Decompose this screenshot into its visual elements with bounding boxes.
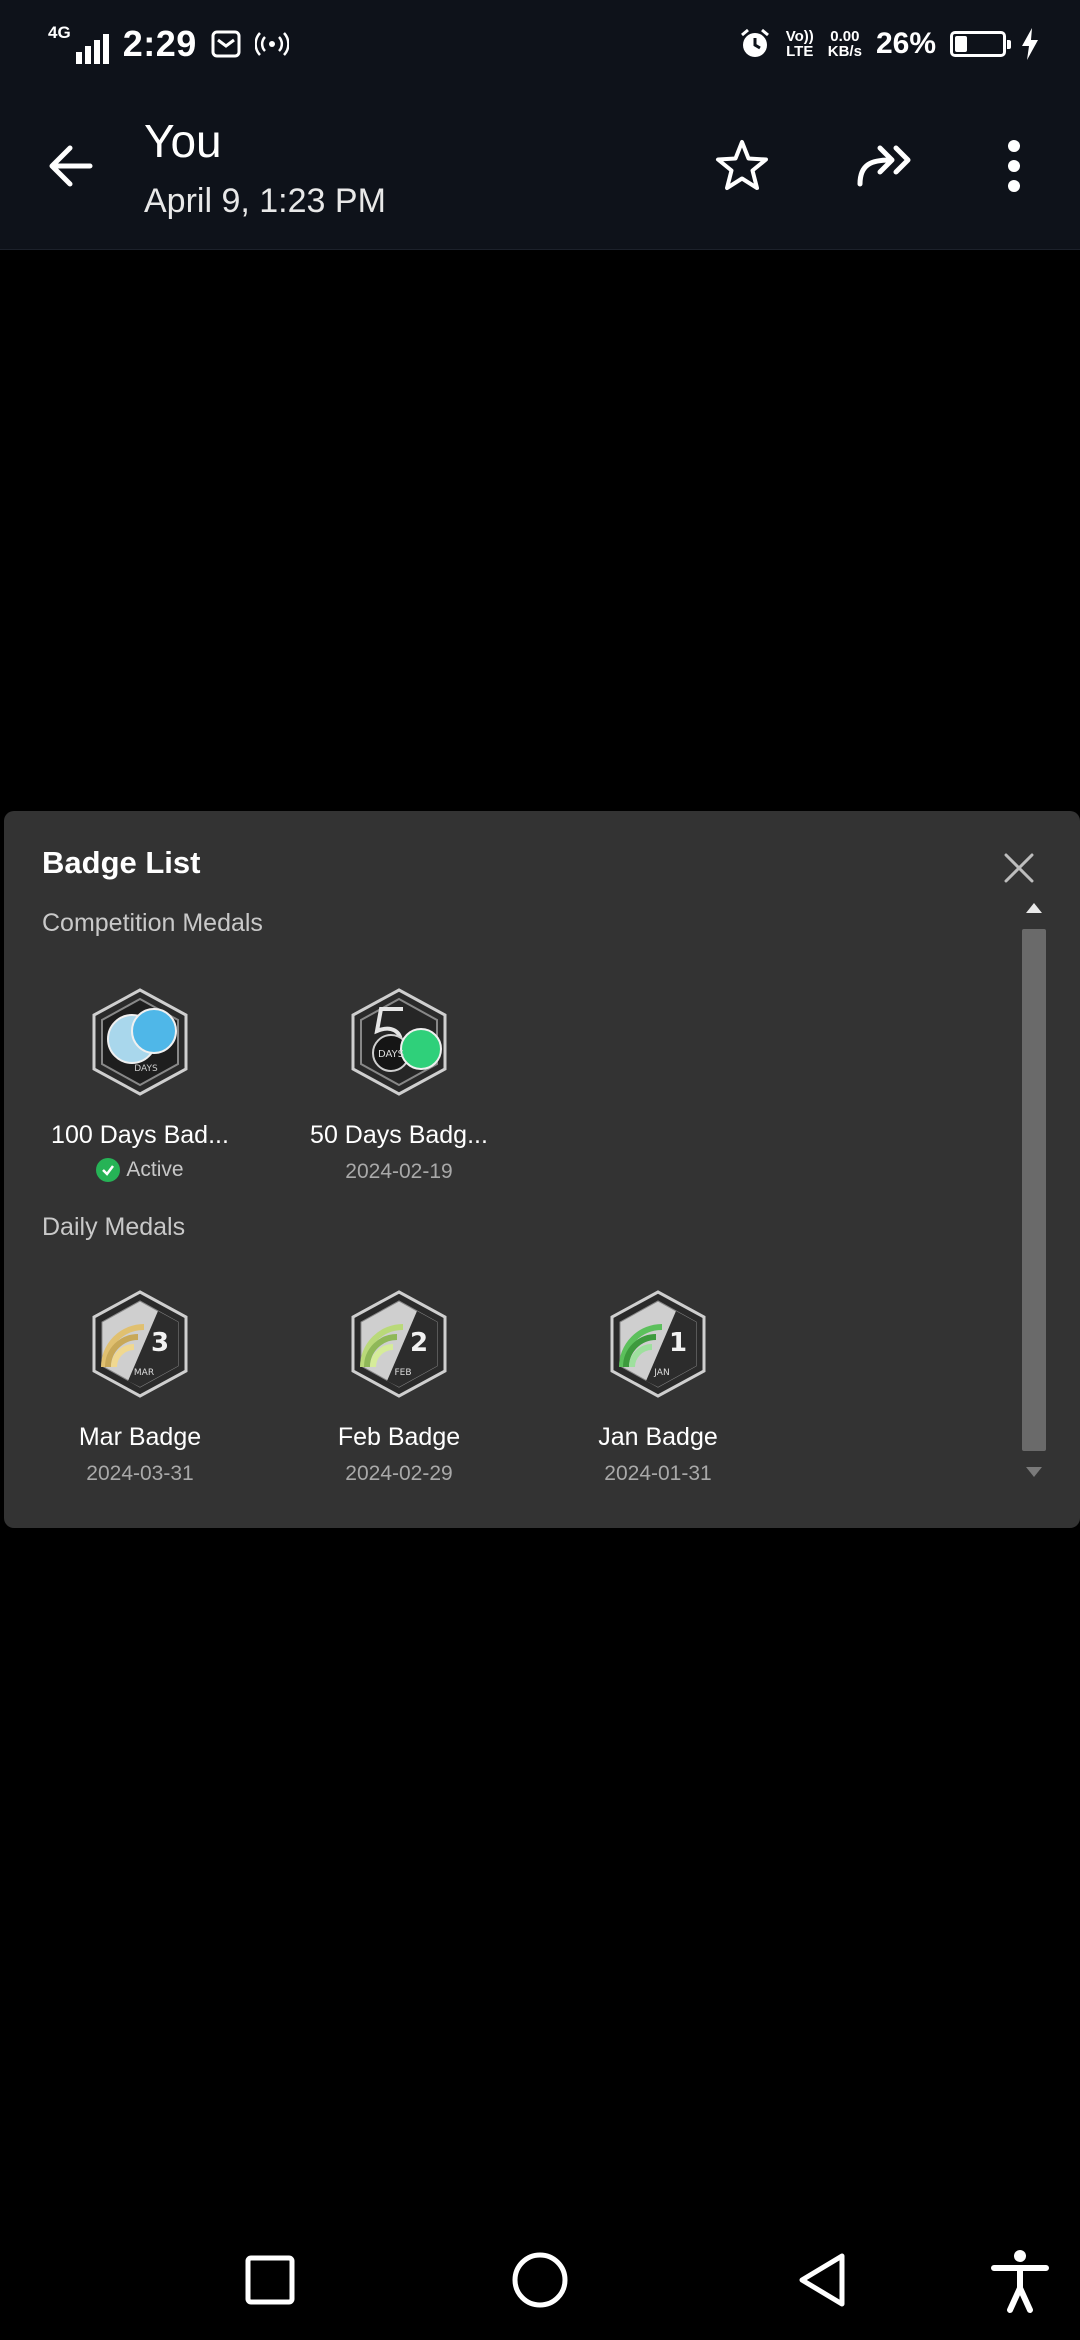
badge-date: 2024-03-31 — [86, 1462, 194, 1485]
svg-text:MAR: MAR — [134, 1368, 154, 1378]
section-daily-medals: Daily Medals — [42, 1213, 186, 1241]
scroll-up-arrow-icon[interactable] — [1026, 903, 1042, 913]
home-circle-icon[interactable] — [504, 2244, 576, 2316]
badge-name: 100 Days Bad... — [51, 1121, 229, 1149]
panel-title: Badge List — [42, 845, 201, 880]
svg-text:DAYS: DAYS — [378, 1049, 404, 1060]
50-days-badge-icon: DAYS — [351, 988, 447, 1096]
recents-square-icon[interactable] — [234, 2244, 306, 2316]
signal-icon: 4G — [48, 24, 109, 64]
status-bar: 4G 2:29 Vo)) LTE 0.00 KB/s 26% — [0, 0, 1080, 84]
status-time: 2:29 — [122, 23, 197, 64]
badge-date: 2024-02-29 — [345, 1462, 453, 1485]
system-nav-bar — [0, 2220, 1080, 2340]
scrollbar[interactable] — [1018, 889, 1048, 1491]
svg-text:FEB: FEB — [394, 1368, 411, 1378]
network-speed: 0.00 KB/s — [827, 28, 862, 60]
svg-text:1: 1 — [669, 1328, 687, 1358]
badge-item-jan[interactable]: 1 JAN Jan Badge 2024-01-31 — [548, 1289, 768, 1486]
badge-name: 50 Days Badg... — [310, 1121, 488, 1149]
charging-icon — [1022, 28, 1038, 60]
badge-date: 2024-01-31 — [604, 1462, 712, 1485]
network-type: 4G — [48, 23, 71, 42]
hotspot-icon — [254, 32, 289, 56]
feb-badge-icon: 2 FEB — [351, 1290, 447, 1398]
alarm-icon — [740, 28, 769, 57]
badge-date: 2024-02-19 — [345, 1160, 453, 1183]
100-days-badge-icon: DAYS — [92, 988, 188, 1096]
badge-item-mar[interactable]: 3 MAR Mar Badge 2024-03-31 — [30, 1289, 250, 1486]
page-subtitle: April 9, 1:23 PM — [144, 182, 386, 220]
mar-badge-icon: 3 MAR — [92, 1290, 188, 1398]
badge-list-panel: Badge List Competition Medals DAYS 100 D… — [4, 811, 1080, 1528]
badge-item-100-days[interactable]: DAYS 100 Days Bad... Active — [30, 987, 250, 1182]
badge-name: Feb Badge — [337, 1423, 461, 1451]
mail-icon — [211, 30, 241, 58]
scroll-down-arrow-icon[interactable] — [1026, 1467, 1042, 1477]
section-competition-medals: Competition Medals — [42, 909, 263, 937]
more-vert-icon[interactable] — [982, 134, 1046, 198]
battery-percent: 26% — [875, 27, 936, 60]
badge-name: Jan Badge — [598, 1423, 718, 1451]
badge-item-feb[interactable]: 2 FEB Feb Badge 2024-02-29 — [289, 1289, 509, 1486]
back-triangle-icon[interactable] — [786, 2244, 858, 2316]
jan-badge-icon: 1 JAN — [610, 1290, 706, 1398]
accessibility-icon[interactable] — [984, 2244, 1056, 2316]
star-icon[interactable] — [710, 134, 774, 198]
forward-icon[interactable] — [854, 134, 918, 198]
svg-text:3: 3 — [151, 1328, 169, 1358]
scrollbar-thumb[interactable] — [1022, 929, 1046, 1451]
app-bar: You April 9, 1:23 PM — [0, 84, 1080, 250]
close-icon[interactable] — [998, 847, 1040, 889]
badge-name: Mar Badge — [78, 1423, 202, 1451]
svg-text:2: 2 — [410, 1328, 428, 1358]
volte-indicator: Vo)) LTE — [785, 28, 814, 60]
svg-text:DAYS: DAYS — [134, 1064, 158, 1074]
badge-status: Active — [30, 1158, 250, 1182]
back-arrow-icon[interactable] — [40, 134, 104, 198]
badge-item-50-days[interactable]: DAYS 50 Days Badg... 2024-02-19 — [289, 987, 509, 1184]
page-title: You — [144, 115, 222, 167]
svg-text:JAN: JAN — [653, 1368, 669, 1378]
battery-icon — [950, 31, 1011, 57]
check-circle-icon — [96, 1158, 121, 1182]
